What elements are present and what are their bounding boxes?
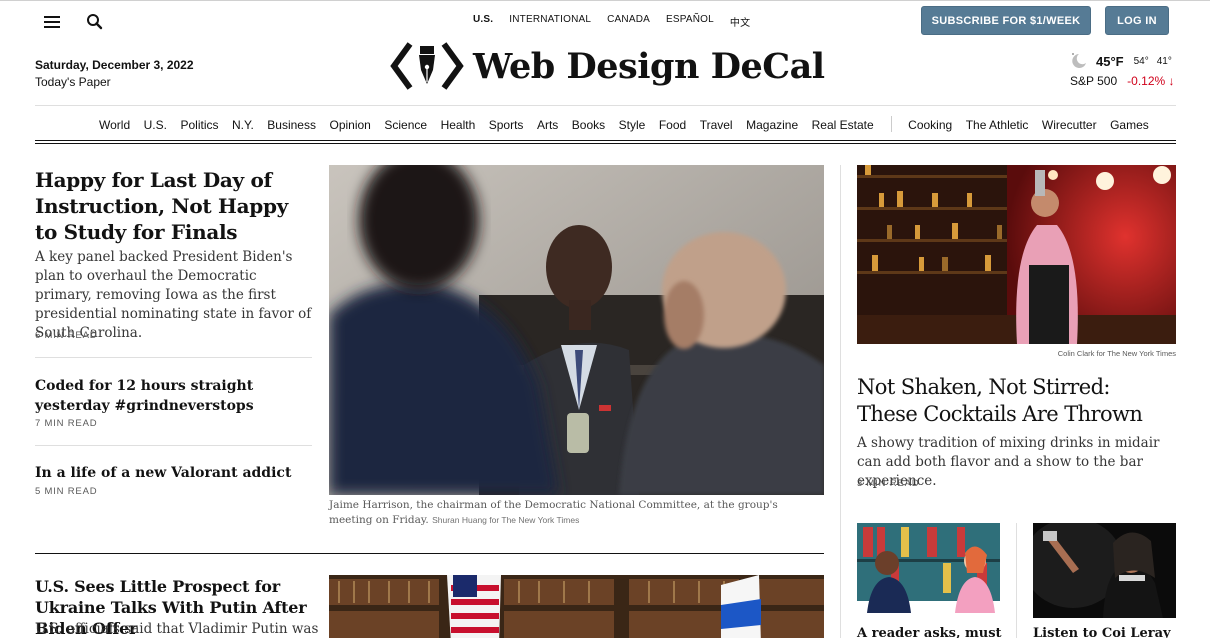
edition-us[interactable]: U.S. [473,14,493,29]
nav-arts[interactable]: Arts [537,118,558,132]
lead-headline[interactable]: Happy for Last Day of Instruction, Not H… [35,167,315,245]
edition-chinese[interactable]: 中文 [730,14,750,29]
nav-bottom-rule-double [35,143,1176,144]
nav-top-divider [35,105,1176,106]
nav-sports[interactable]: Sports [489,118,524,132]
site-logo[interactable]: Web Design DeCal [390,40,825,92]
edition-canada[interactable]: CANADA [607,14,650,29]
todays-paper-link[interactable]: Today's Paper [35,75,111,89]
subscribe-button[interactable]: SUBSCRIBE FOR $1/WEEK [921,6,1091,35]
weather-widget[interactable]: 45°F 54° 41° [1070,51,1172,71]
article-divider [35,357,312,358]
nav-divider [891,116,893,132]
nav-opinion[interactable]: Opinion [329,118,370,132]
cocktail-headline[interactable]: Not Shaken, Not Stirred: These Cocktails… [857,374,1176,428]
nav-business[interactable]: Business [267,118,316,132]
article-headline-3[interactable]: In a life of a new Valorant addict [35,463,312,483]
lead-photo-caption: Jaime Harrison, the chairman of the Demo… [329,499,778,526]
nav-style[interactable]: Style [619,118,646,132]
market-index-name: S&P 500 [1070,74,1118,88]
edition-espanol[interactable]: ESPAÑOL [666,14,714,29]
top-border [0,0,1210,1]
nav-magazine[interactable]: Magazine [746,118,798,132]
temp-low: 41° [1156,55,1172,67]
nav-cooking[interactable]: Cooking [908,118,952,132]
nav-ny[interactable]: N.Y. [232,118,254,132]
current-temp: 45°F [1096,53,1124,69]
column-divider [840,165,841,638]
article-headline-2[interactable]: Coded for 12 hours straight yesterday #g… [35,376,312,416]
ukraine-photo[interactable] [329,575,824,638]
logo-text: Web Design DeCal [473,45,825,87]
ukraine-summary: U.S. officials said that Vladimir Putin … [35,621,319,637]
temp-high: 54° [1133,55,1149,67]
reader-asks-headline[interactable]: A reader asks, must [857,626,1007,638]
nav-health[interactable]: Health [441,118,476,132]
arrow-down-icon: ↓ [1168,74,1175,88]
coi-leray-photo[interactable] [1033,523,1176,618]
lead-photo[interactable] [329,165,824,495]
market-ticker[interactable]: S&P 500 -0.12% ↓ [1070,74,1175,88]
nav-food[interactable]: Food [659,118,686,132]
lead-summary: A key panel backed President Biden's pla… [35,249,312,341]
section-divider [35,553,824,554]
nav-real-estate[interactable]: Real Estate [812,118,874,132]
edition-selector: U.S. INTERNATIONAL CANADA ESPAÑOL 中文 [473,14,750,29]
nav-books[interactable]: Books [572,118,605,132]
section-nav: World U.S. Politics N.Y. Business Opinio… [99,116,1162,132]
nav-travel[interactable]: Travel [700,118,733,132]
pen-nib-logo-icon [390,42,464,90]
edition-international[interactable]: INTERNATIONAL [509,14,591,29]
current-date: Saturday, December 3, 2022 [35,58,194,72]
article-read-time-3: 5 MIN READ [35,486,98,497]
lead-read-time: 6 MIN READ [35,330,98,341]
nav-the-athletic[interactable]: The Athletic [966,118,1029,132]
photo-credit: Shuran Huang for The New York Times [432,515,580,525]
reader-asks-illustration[interactable] [857,523,1000,613]
nav-bottom-rule [35,140,1176,141]
nav-world[interactable]: World [99,118,130,132]
nav-games[interactable]: Games [1110,118,1149,132]
cocktail-photo[interactable] [857,165,1176,344]
cocktail-read-time: 3 MIN READ [857,478,920,489]
hamburger-menu-icon[interactable] [44,16,60,28]
nav-science[interactable]: Science [384,118,427,132]
article-divider [35,445,312,446]
column-divider-small [1016,523,1017,638]
search-icon[interactable] [86,13,104,31]
nav-politics[interactable]: Politics [180,118,218,132]
cocktail-photo-credit: Colin Clark for The New York Times [1057,349,1176,358]
market-change: -0.12% ↓ [1127,74,1175,88]
moon-cloud-icon [1072,53,1086,68]
login-button[interactable]: LOG IN [1105,6,1169,35]
article-read-time-2: 7 MIN READ [35,418,98,429]
nav-wirecutter[interactable]: Wirecutter [1042,118,1097,132]
coi-leray-headline[interactable]: Listen to Coi Leray [1033,626,1176,638]
nav-us[interactable]: U.S. [144,118,167,132]
